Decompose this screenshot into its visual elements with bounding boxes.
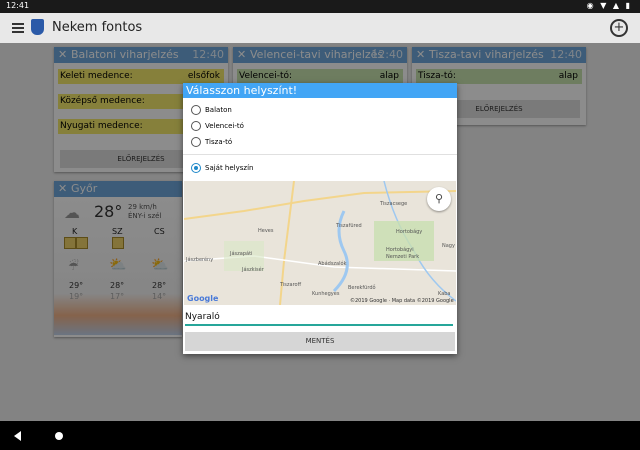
map-roads: [184, 181, 456, 305]
map-copyright: ©2019 Google · Map data ©2019 Google: [350, 298, 454, 304]
option-velence[interactable]: Velencei-tó: [191, 119, 244, 133]
map-view[interactable]: Tiszacsege Heves Tiszafüred Hortobágy Ho…: [184, 181, 456, 305]
option-own-location[interactable]: Saját helyszín: [191, 161, 253, 175]
radio-icon[interactable]: [191, 121, 201, 131]
menu-icon[interactable]: [12, 23, 24, 33]
app-bar: Nekem fontos +: [0, 13, 640, 43]
radio-icon[interactable]: [191, 137, 201, 147]
save-button[interactable]: MENTÉS: [185, 332, 455, 351]
status-bar: 12:41 ◉ ▼ ▲ ▮: [0, 0, 640, 13]
search-icon[interactable]: ⚲: [427, 187, 451, 211]
status-icons: ◉ ▼ ▲ ▮: [586, 1, 632, 10]
app-title: Nekem fontos: [52, 20, 143, 35]
back-icon[interactable]: [14, 431, 21, 441]
option-balaton[interactable]: Balaton: [191, 103, 232, 117]
status-time: 12:41: [6, 1, 30, 10]
location-dialog: Válasszon helyszínt! Balaton Velencei-tó…: [183, 83, 457, 354]
location-name-input[interactable]: [185, 310, 453, 326]
google-logo: Google: [187, 294, 219, 303]
dialog-title: Válasszon helyszínt!: [183, 83, 457, 98]
navigation-bar: [0, 421, 640, 450]
radio-selected-icon[interactable]: [191, 163, 201, 173]
add-icon[interactable]: +: [610, 19, 628, 37]
divider: [183, 154, 457, 155]
radio-icon[interactable]: [191, 105, 201, 115]
app-logo-icon: [31, 19, 44, 35]
home-icon[interactable]: [55, 432, 63, 440]
option-tisza[interactable]: Tisza-tó: [191, 135, 232, 149]
